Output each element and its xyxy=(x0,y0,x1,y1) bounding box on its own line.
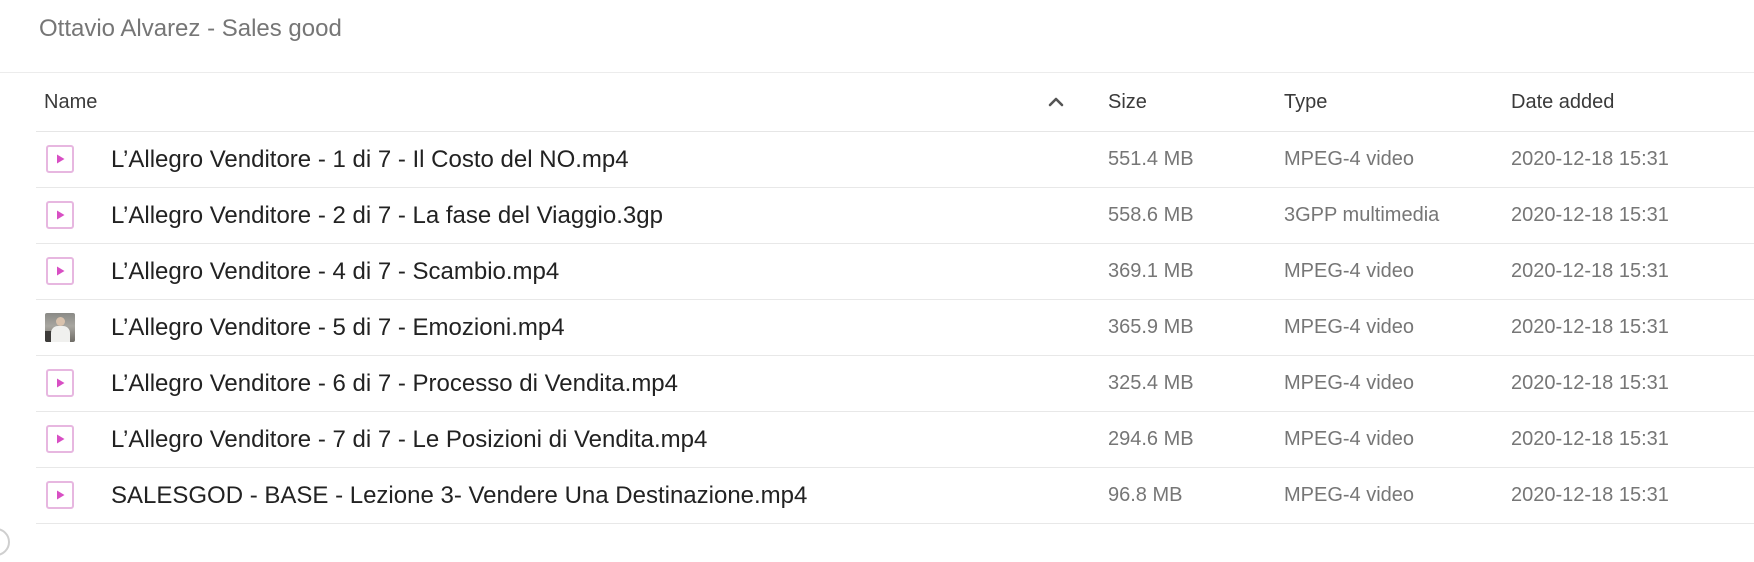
table-row[interactable]: L’Allegro Venditore - 5 di 7 - Emozioni.… xyxy=(36,300,1754,356)
file-size: 294.6 MB xyxy=(1108,428,1194,450)
file-name[interactable]: L’Allegro Venditore - 5 di 7 - Emozioni.… xyxy=(111,300,565,355)
table-header: Name Size Type Date added xyxy=(36,73,1754,132)
table-row[interactable]: L’Allegro Venditore - 4 di 7 - Scambio.m… xyxy=(36,244,1754,300)
file-date-added: 2020-12-18 15:31 xyxy=(1511,428,1669,450)
column-header-name[interactable]: Name xyxy=(44,73,97,131)
video-file-icon xyxy=(46,481,74,509)
file-size: 96.8 MB xyxy=(1108,484,1183,506)
file-type: 3GPP multimedia xyxy=(1284,204,1440,226)
column-header-type[interactable]: Type xyxy=(1284,73,1327,131)
file-size: 325.4 MB xyxy=(1108,372,1194,394)
file-type: MPEG-4 video xyxy=(1284,316,1415,338)
table-row[interactable]: L’Allegro Venditore - 1 di 7 - Il Costo … xyxy=(36,132,1754,188)
video-file-icon xyxy=(46,145,74,173)
video-thumbnail-icon xyxy=(45,313,75,342)
file-name[interactable]: SALESGOD - BASE - Lezione 3- Vendere Una… xyxy=(111,468,807,523)
file-date-added: 2020-12-18 15:31 xyxy=(1511,204,1669,226)
file-name[interactable]: L’Allegro Venditore - 1 di 7 - Il Costo … xyxy=(111,132,629,187)
file-name[interactable]: L’Allegro Venditore - 2 di 7 - La fase d… xyxy=(111,188,663,243)
chevron-up-icon[interactable] xyxy=(1046,92,1066,112)
table-row[interactable]: L’Allegro Venditore - 6 di 7 - Processo … xyxy=(36,356,1754,412)
file-name[interactable]: L’Allegro Venditore - 6 di 7 - Processo … xyxy=(111,356,678,411)
video-file-icon xyxy=(46,369,74,397)
column-header-size[interactable]: Size xyxy=(1108,73,1147,131)
file-size: 558.6 MB xyxy=(1108,204,1194,226)
file-date-added: 2020-12-18 15:31 xyxy=(1511,316,1669,338)
file-type: MPEG-4 video xyxy=(1284,372,1415,394)
file-date-added: 2020-12-18 15:31 xyxy=(1511,484,1669,506)
file-date-added: 2020-12-18 15:31 xyxy=(1511,260,1669,282)
file-name[interactable]: L’Allegro Venditore - 4 di 7 - Scambio.m… xyxy=(111,244,559,299)
table-row[interactable]: SALESGOD - BASE - Lezione 3- Vendere Una… xyxy=(36,468,1754,524)
file-type: MPEG-4 video xyxy=(1284,484,1415,506)
table-row[interactable]: L’Allegro Venditore - 7 di 7 - Le Posizi… xyxy=(36,412,1754,468)
file-size: 369.1 MB xyxy=(1108,260,1194,282)
file-browser: Ottavio Alvarez - Sales good Name Size T… xyxy=(0,0,1754,562)
column-header-date-added[interactable]: Date added xyxy=(1511,73,1614,131)
file-date-added: 2020-12-18 15:31 xyxy=(1511,372,1669,394)
video-file-icon xyxy=(46,257,74,285)
table-row[interactable]: L’Allegro Venditore - 2 di 7 - La fase d… xyxy=(36,188,1754,244)
file-type: MPEG-4 video xyxy=(1284,148,1415,170)
breadcrumb[interactable]: Ottavio Alvarez - Sales good xyxy=(39,12,342,46)
loading-spinner-icon xyxy=(0,528,10,556)
file-date-added: 2020-12-18 15:31 xyxy=(1511,148,1669,170)
file-size: 551.4 MB xyxy=(1108,148,1194,170)
file-size: 365.9 MB xyxy=(1108,316,1194,338)
file-type: MPEG-4 video xyxy=(1284,428,1415,450)
file-table: Name Size Type Date added L’Allegro Vend… xyxy=(36,73,1754,524)
video-file-icon xyxy=(46,425,74,453)
file-type: MPEG-4 video xyxy=(1284,260,1415,282)
video-file-icon xyxy=(46,201,74,229)
file-name[interactable]: L’Allegro Venditore - 7 di 7 - Le Posizi… xyxy=(111,412,707,467)
